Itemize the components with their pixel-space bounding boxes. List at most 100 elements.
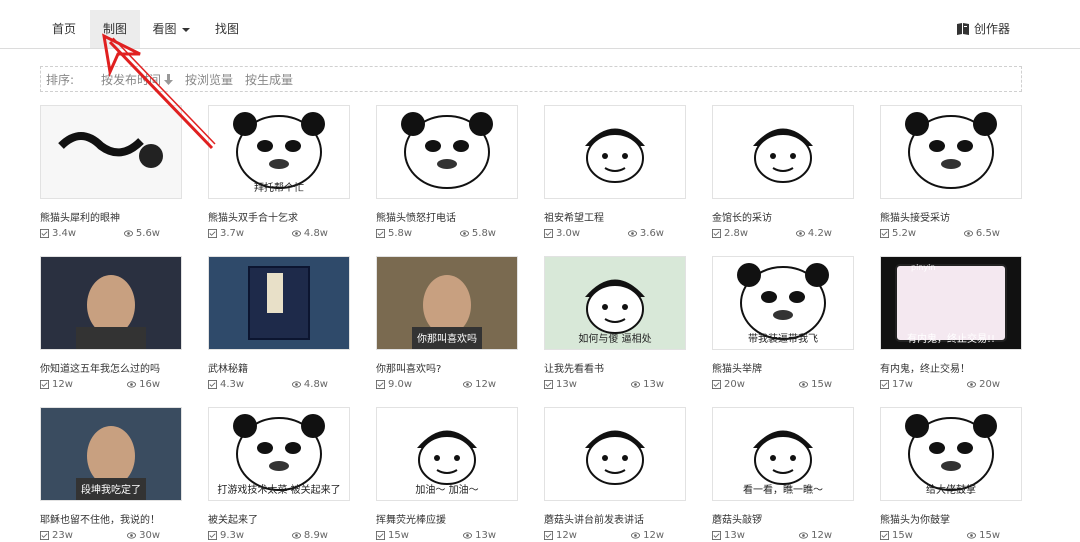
meme-card[interactable]: 金馆长的采访 2.8w 4.2w [712, 105, 854, 239]
meme-stats: 2.8w 4.2w [712, 228, 832, 239]
meme-card[interactable]: 加油～ 加油～ 挥舞荧光棒应援 15w 13w [376, 407, 518, 541]
meme-thumbnail[interactable] [376, 105, 518, 199]
meme-card[interactable]: 熊猫头犀利的眼神 3.4w 5.6w [40, 105, 182, 239]
meme-title[interactable]: 你那叫喜欢吗? [376, 360, 518, 375]
meme-card[interactable]: 带我装逼带我飞熊猫头举牌 20w 15w [712, 256, 854, 390]
generated-value: 2.8w [724, 228, 749, 239]
meme-thumbnail[interactable]: pinyin 有内鬼，终止交易!! [880, 256, 1022, 350]
meme-title[interactable]: 挥舞荧光棒应援 [376, 511, 518, 526]
meme-card[interactable]: 蘑菇头讲台前发表讲话 12w 12w [544, 407, 686, 541]
sort-by-views[interactable]: 按浏览量 [185, 71, 233, 88]
meme-card[interactable]: 拜托帮个忙熊猫头双手合十乞求 3.7w 4.8w [208, 105, 350, 239]
meme-card[interactable]: 熊猫头接受采访 5.2w 6.5w [880, 105, 1022, 239]
meme-title[interactable]: 被关起来了 [208, 511, 350, 526]
meme-thumbnail[interactable] [40, 105, 182, 199]
generated-value: 13w [556, 379, 577, 390]
edit-icon [880, 531, 889, 540]
meme-title[interactable]: 熊猫头接受采访 [880, 209, 1022, 224]
meme-card[interactable]: 祖安希望工程 3.0w 3.6w [544, 105, 686, 239]
edit-icon [40, 229, 49, 238]
generated-value: 20w [724, 379, 745, 390]
meme-caption: 你那叫喜欢吗 [417, 334, 477, 345]
nav-find[interactable]: 找图 [204, 10, 250, 48]
meme-thumbnail[interactable]: 看一看，瞧一瞧～ [712, 407, 854, 501]
edit-icon [880, 380, 889, 389]
meme-thumbnail[interactable] [208, 256, 350, 350]
meme-title[interactable]: 熊猫头举牌 [712, 360, 854, 375]
edit-icon [544, 229, 553, 238]
meme-title[interactable]: 有内鬼，终止交易！ [880, 360, 1022, 375]
meme-image [545, 408, 685, 500]
sort-by-generated[interactable]: 按生成量 [245, 71, 293, 88]
meme-title[interactable]: 祖安希望工程 [544, 209, 686, 224]
eye-icon [631, 381, 641, 388]
view-count: 30w [127, 530, 160, 541]
meme-thumbnail[interactable]: 给大佬鼓掌 [880, 407, 1022, 501]
sort-label: 排序: [46, 72, 75, 87]
nav-make[interactable]: 制图 [90, 10, 140, 48]
edit-icon [208, 531, 217, 540]
meme-title[interactable]: 熊猫头愤怒打电话 [376, 209, 518, 224]
view-count: 6.5w [963, 228, 1000, 239]
meme-title[interactable]: 熊猫头犀利的眼神 [40, 209, 182, 224]
meme-card[interactable]: 熊猫头愤怒打电话 5.8w 5.8w [376, 105, 518, 239]
meme-title[interactable]: 蘑菇头敲锣 [712, 511, 854, 526]
meme-card[interactable]: 段坤我吃定了 耶稣也留不住他，我说的！ 23w 30w [40, 407, 182, 541]
meme-card[interactable]: 看一看，瞧一瞧～ 蘑菇头敲锣 13w 12w [712, 407, 854, 541]
meme-stats: 15w 15w [880, 530, 1000, 541]
meme-thumbnail[interactable]: 拜托帮个忙 [208, 105, 350, 199]
nav-browse[interactable]: 看图 [144, 10, 198, 48]
meme-thumbnail[interactable] [40, 256, 182, 350]
generated-value: 9.0w [388, 379, 413, 390]
meme-thumbnail[interactable] [712, 105, 854, 199]
edit-icon [712, 229, 721, 238]
meme-thumbnail[interactable]: 你那叫喜欢吗 [376, 256, 518, 350]
meme-card[interactable]: 武林秘籍 4.3w 4.8w [208, 256, 350, 390]
creator-button[interactable]: 创作器 [956, 20, 1010, 37]
meme-card[interactable]: 你那叫喜欢吗 你那叫喜欢吗? 9.0w 12w [376, 256, 518, 390]
generated-count: 9.3w [208, 530, 244, 541]
generated-count: 12w [544, 530, 577, 541]
meme-stats: 20w 15w [712, 379, 832, 390]
meme-title[interactable]: 金馆长的采访 [712, 209, 854, 224]
meme-title[interactable]: 蘑菇头讲台前发表讲话 [544, 511, 686, 526]
generated-value: 17w [892, 379, 913, 390]
creator-label: 创作器 [973, 22, 1010, 36]
view-count: 16w [127, 379, 160, 390]
sort-bar: 排序: 按发布时间 按浏览量 按生成量 [40, 66, 1022, 92]
meme-thumbnail[interactable]: 带我装逼带我飞 [712, 256, 854, 350]
meme-thumbnail[interactable]: 加油～ 加油～ [376, 407, 518, 501]
view-value: 5.6w [135, 228, 160, 239]
meme-thumbnail[interactable]: 打游戏技术太菜 被关起来了 [208, 407, 350, 501]
meme-card[interactable]: pinyin 有内鬼，终止交易!! 有内鬼，终止交易！ 17w 20w [880, 256, 1022, 390]
eye-icon [291, 381, 301, 388]
eye-icon [127, 381, 137, 388]
eye-icon [291, 230, 301, 237]
sort-by-date[interactable]: 按发布时间 [101, 71, 174, 88]
meme-stats: 3.7w 4.8w [208, 228, 328, 239]
meme-thumbnail[interactable] [880, 105, 1022, 199]
meme-card[interactable]: 给大佬鼓掌熊猫头为你鼓掌 15w 15w [880, 407, 1022, 541]
generated-value: 5.2w [892, 228, 917, 239]
meme-thumbnail[interactable] [544, 105, 686, 199]
meme-card[interactable]: 打游戏技术太菜 被关起来了 被关起来了 9.3w 8.9w [208, 407, 350, 541]
view-count: 3.6w [627, 228, 664, 239]
meme-thumbnail[interactable]: 如何与傻 逼相处 [544, 256, 686, 350]
meme-card[interactable]: 如何与傻 逼相处 让我先看看书 13w 13w [544, 256, 686, 390]
meme-caption: 如何与傻 逼相处 [578, 334, 652, 345]
meme-card[interactable]: 你知道这五年我怎么过的吗 12w 16w [40, 256, 182, 390]
meme-title[interactable]: 让我先看看书 [544, 360, 686, 375]
view-value: 12w [811, 530, 832, 541]
meme-title[interactable]: 熊猫头双手合十乞求 [208, 209, 350, 224]
generated-count: 17w [880, 379, 913, 390]
meme-thumbnail[interactable] [544, 407, 686, 501]
meme-title[interactable]: 武林秘籍 [208, 360, 350, 375]
eye-icon [795, 230, 805, 237]
meme-title[interactable]: 你知道这五年我怎么过的吗 [40, 360, 182, 375]
meme-thumbnail[interactable]: 段坤我吃定了 [40, 407, 182, 501]
generated-count: 3.7w [208, 228, 244, 239]
edit-icon [376, 229, 385, 238]
meme-title[interactable]: 熊猫头为你鼓掌 [880, 511, 1022, 526]
meme-title[interactable]: 耶稣也留不住他，我说的！ [40, 511, 182, 526]
nav-home[interactable]: 首页 [40, 10, 88, 48]
